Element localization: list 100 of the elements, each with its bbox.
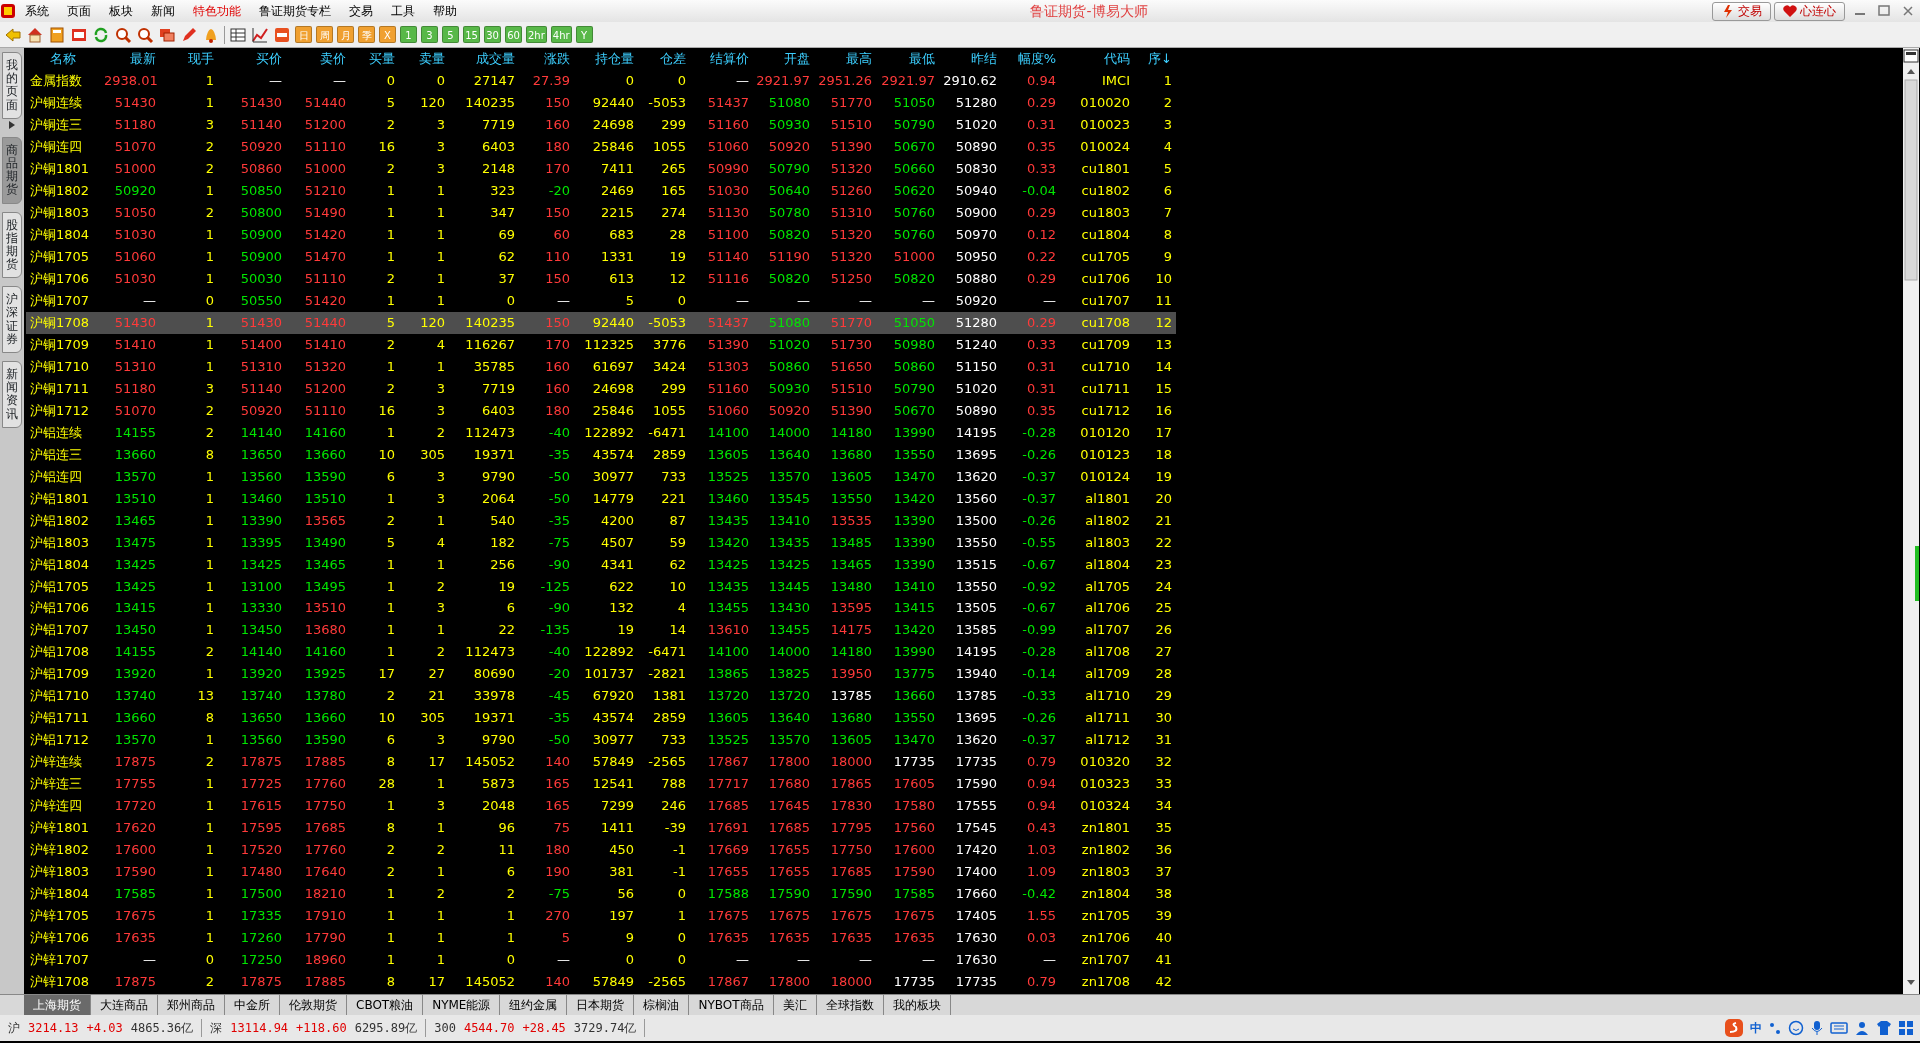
table-cell-text: 13465 [113,511,157,530]
column-header[interactable]: 现手 [160,48,218,70]
smiley-icon[interactable] [1788,1020,1804,1036]
contract-name[interactable]: 沪锌连三 [26,773,104,795]
contract-name[interactable]: 沪锌1707 [26,948,104,971]
punctuation-icon[interactable] [1768,1020,1782,1036]
contract-name[interactable]: 沪铜1803 [26,201,104,224]
column-header[interactable]: 幅度% [1001,48,1060,70]
zoom-out-icon[interactable] [136,25,154,44]
contract-name[interactable]: 沪铝连三 [26,443,104,466]
heart-button[interactable]: 心连心 [1774,1,1845,21]
contract-name[interactable]: 沪铜1711 [26,377,104,400]
menu-item[interactable]: 鲁证期货专栏 [250,1,340,21]
scrollbar-drawing[interactable] [1902,48,1920,994]
pencil-icon[interactable] [180,25,198,44]
contract-name[interactable]: 沪铝1712 [26,729,104,752]
input-method-icon[interactable] [1724,1018,1744,1038]
contract-name[interactable]: 沪铜连四 [26,135,104,158]
market-tab[interactable]: 上海期货 [24,995,91,1015]
contract-name[interactable]: 沪铜连三 [26,113,104,136]
contract-name[interactable]: 沪铜1706 [26,267,104,290]
side-tab[interactable]: 股指期货 [2,211,22,279]
contract-name[interactable]: 沪锌1803 [26,860,104,883]
contract-name[interactable]: 沪铜1804 [26,223,104,246]
column-header[interactable]: 代码 [1060,48,1134,70]
column-header[interactable]: 买量 [350,48,399,70]
shirt-icon[interactable] [1876,1020,1892,1036]
microphone-icon[interactable] [1810,1020,1824,1036]
contract-name[interactable]: 沪铜1801 [26,157,104,180]
menu-item[interactable]: 交易 [340,1,382,21]
contract-name[interactable]: 沪铜连续 [26,91,104,114]
book-icon[interactable] [48,25,66,44]
menu-item[interactable]: 特色功能 [184,1,250,21]
contract-name[interactable]: 沪铝1708 [26,641,104,664]
contract-name[interactable]: 沪锌1708 [26,970,104,993]
column-header[interactable]: 成交量 [449,48,519,70]
contract-name[interactable]: 沪铝1710 [26,685,104,708]
keyboard-icon[interactable] [1830,1021,1848,1035]
contract-name[interactable]: 沪铝连续 [26,421,104,444]
menu-item[interactable]: 新闻 [142,1,184,21]
contract-name[interactable]: 沪铝1801 [26,487,104,510]
contract-name[interactable]: 沪铜1708 [26,311,104,334]
menu-item[interactable]: 系统 [16,1,58,21]
contract-name[interactable]: 沪锌1801 [26,816,104,839]
column-header[interactable]: 最低 [876,48,939,70]
contract-name[interactable]: 沪铝1711 [26,707,104,730]
side-tab[interactable]: 我的页面 [2,52,22,119]
contract-name[interactable]: 沪锌1802 [26,838,104,861]
contract-name[interactable]: 沪铜1710 [26,355,104,378]
contract-name[interactable]: 沪铝1802 [26,509,104,532]
line-chart-icon[interactable] [251,25,269,44]
column-header[interactable]: 卖量 [399,48,449,70]
column-header[interactable]: 最新 [104,48,160,70]
menu-item[interactable]: 页面 [58,1,100,21]
column-header[interactable]: 昨结 [939,48,1001,70]
contract-name[interactable]: 沪锌1705 [26,904,104,927]
column-header[interactable]: 最高 [814,48,876,70]
column-header[interactable]: 开盘 [753,48,814,70]
input-mode[interactable]: 中 [1750,1019,1762,1037]
contract-name[interactable]: 金属指数 [26,70,104,92]
column-header[interactable]: 涨跌 [519,48,574,70]
trade-button[interactable]: 交易 [1712,1,1771,21]
menu-item[interactable]: 帮助 [424,1,466,21]
column-header[interactable]: 结算价 [690,48,753,70]
zoom-in-icon[interactable] [114,25,132,44]
contract-name[interactable]: 沪铝1803 [26,531,104,554]
arrow-left-icon[interactable] [4,25,22,44]
menu-item[interactable]: 板块 [100,1,142,21]
contract-name[interactable]: 沪锌连四 [26,794,104,817]
menu-item[interactable]: 工具 [382,1,424,21]
contract-name[interactable]: 沪铝1706 [26,597,104,620]
side-tab[interactable]: 沪深证券 [2,286,22,353]
contract-name[interactable]: 沪铜1802 [26,179,104,202]
people-icon[interactable] [1854,1020,1870,1036]
side-tab[interactable]: 商品期货 [2,136,22,204]
contract-name[interactable]: 沪锌连续 [26,751,104,773]
contract-name[interactable]: 沪铜1705 [26,245,104,268]
contract-name[interactable]: 沪铜1712 [26,399,104,422]
grid-icon[interactable] [1898,1020,1914,1036]
side-tab[interactable]: 新闻资讯 [2,361,22,428]
contract-name[interactable]: 沪铝1804 [26,553,104,576]
column-header[interactable]: 序↓ [1134,48,1176,70]
column-header[interactable]: 名称 [26,48,104,70]
contract-name[interactable]: 沪铝连四 [26,465,104,488]
house-icon[interactable] [26,25,44,44]
table-icon[interactable] [229,25,247,44]
column-header[interactable]: 买价 [218,48,286,70]
contract-name[interactable]: 沪铜1709 [26,333,104,356]
contract-name[interactable]: 沪铜1707 [26,289,104,312]
column-header[interactable]: 仓差 [638,48,690,70]
contract-name[interactable]: 沪铝1705 [26,575,104,598]
refresh-icon[interactable] [92,25,110,44]
contract-name[interactable]: 沪锌1706 [26,926,104,949]
maximize-icon[interactable] [1876,3,1892,19]
column-header[interactable]: 卖价 [286,48,350,70]
contract-name[interactable]: 沪锌1804 [26,882,104,905]
column-header[interactable]: 持仓量 [574,48,638,70]
contract-name[interactable]: 沪铝1707 [26,619,104,642]
table-cell-text: 28 [668,226,687,244]
contract-name[interactable]: 沪铝1709 [26,663,104,686]
